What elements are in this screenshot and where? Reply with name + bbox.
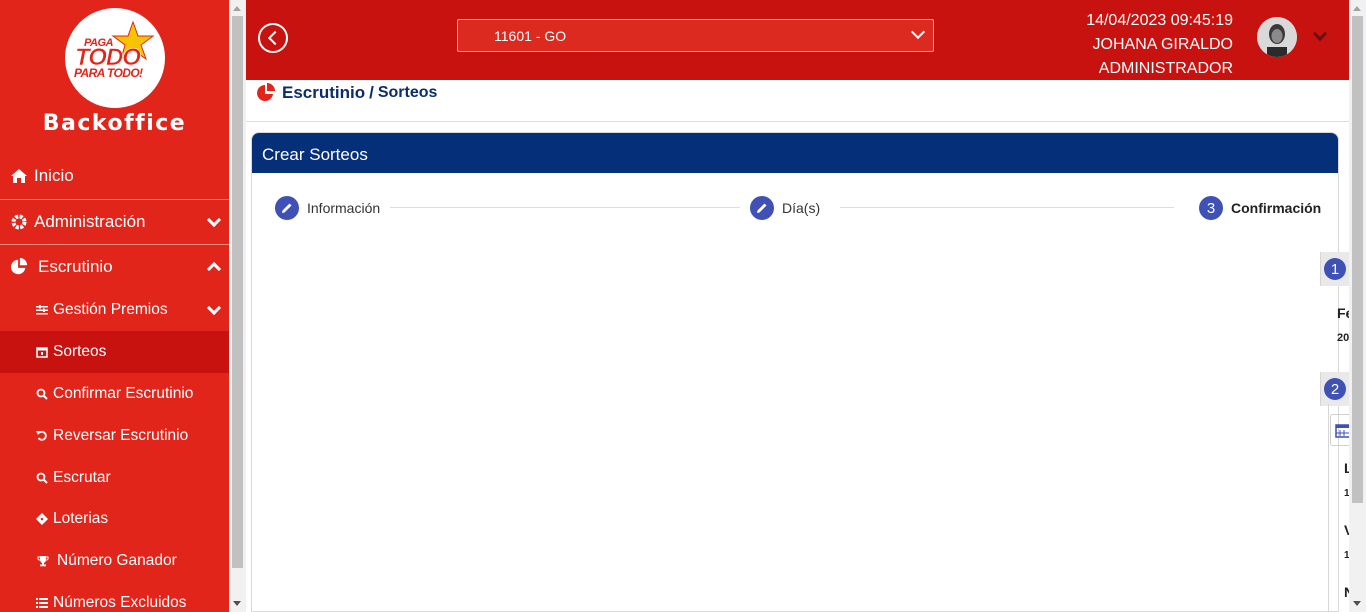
breadcrumb-divider xyxy=(246,121,1349,122)
step-label: Día(s) xyxy=(782,200,821,216)
list-icon xyxy=(36,594,48,612)
sidebar-item-numeros-excluidos[interactable]: Números Excluidos xyxy=(0,582,229,612)
sidebar-item-reversar-escrutinio[interactable]: Reversar Escrutinio xyxy=(0,415,229,457)
sidebar-item-numero-ganador[interactable]: Número Ganador xyxy=(0,540,229,582)
summary-text: Fe xyxy=(1337,305,1349,321)
summary-panel: 1 Fe 20 2 L 1 V 1 N xyxy=(1320,252,1349,612)
summary-badge: 1 xyxy=(1324,258,1346,280)
user-photo-icon xyxy=(1257,17,1297,57)
step-confirmacion[interactable]: 3 Confirmación xyxy=(1199,196,1321,220)
sidebar-item-label: Reversar Escrutinio xyxy=(53,427,189,444)
current-datetime: 14/04/2023 09:45:19 xyxy=(1086,12,1233,29)
branch-select[interactable]: 11601 - GO xyxy=(457,19,934,52)
branch-select-value: 11601 - GO xyxy=(494,28,567,44)
sidebar: PAGA TODO PARA TODO! Backoffice Inicio A… xyxy=(0,0,229,612)
logo-text-para-todo: PARA TODO! xyxy=(74,66,143,80)
undo-icon xyxy=(36,427,48,445)
sidebar-item-escrutar[interactable]: Escrutar xyxy=(0,457,229,499)
sidebar-scrollbar-thumb[interactable] xyxy=(232,16,243,568)
brand-logo[interactable]: PAGA TODO PARA TODO! xyxy=(65,8,165,108)
user-menu-chevron-icon[interactable] xyxy=(1312,26,1328,42)
chevron-up-icon xyxy=(206,261,222,276)
pencil-icon xyxy=(750,196,774,220)
breadcrumb-page: Sorteos xyxy=(377,84,438,101)
sidebar-item-label: Loterias xyxy=(53,510,109,527)
breadcrumb: Escrutinio / Sorteos xyxy=(256,83,437,103)
scroll-up-arrow-icon[interactable] xyxy=(1353,6,1361,11)
brand-name: Backoffice xyxy=(42,111,187,136)
back-button[interactable] xyxy=(258,23,288,53)
breadcrumb-section[interactable]: Escrutinio xyxy=(282,83,365,103)
sidebar-scrollbar[interactable] xyxy=(229,0,246,612)
chevron-down-icon xyxy=(206,300,222,316)
sidebar-item-sorteos[interactable]: Sorteos xyxy=(0,331,229,373)
sidebar-item-label: Confirmar Escrutinio xyxy=(53,385,194,402)
scroll-down-arrow-icon[interactable] xyxy=(1353,601,1361,606)
calendar-icon xyxy=(1335,424,1349,438)
sidebar-item-loterias[interactable]: Loterias xyxy=(0,498,229,540)
top-header: 11601 - GO 14/04/2023 09:45:19 JOHANA GI… xyxy=(246,0,1349,80)
avatar[interactable] xyxy=(1257,17,1297,57)
calendar-icon xyxy=(36,343,48,361)
calendar-button[interactable] xyxy=(1330,414,1349,446)
sidebar-item-label: Números Excluidos xyxy=(53,594,187,611)
breadcrumb-separator: / xyxy=(369,83,374,102)
sidebar-item-label: Gestión Premios xyxy=(53,301,168,318)
step-connector xyxy=(390,207,740,208)
sidebar-item-label: Escrutar xyxy=(53,469,111,486)
chevron-down-icon xyxy=(910,24,926,40)
user-info: 14/04/2023 09:45:19 JOHANA GIRALDO ADMIN… xyxy=(1086,9,1233,81)
scroll-down-arrow-icon[interactable] xyxy=(233,601,241,606)
sidebar-item-escrutinio[interactable]: Escrutinio xyxy=(0,244,229,288)
sidebar-item-label: Inicio xyxy=(34,166,74,185)
step-label: Confirmación xyxy=(1231,200,1322,216)
summary-badge: 2 xyxy=(1324,378,1346,400)
sidebar-item-administracion[interactable]: Administración xyxy=(0,199,229,243)
sidebar-item-label: Sorteos xyxy=(53,343,107,360)
sidebar-item-confirmar-escrutinio[interactable]: Confirmar Escrutinio xyxy=(0,373,229,415)
sidebar-item-inicio[interactable]: Inicio xyxy=(0,154,229,198)
page-scrollbar-thumb[interactable] xyxy=(1352,16,1363,503)
pencil-icon xyxy=(275,196,299,220)
sliders-icon xyxy=(36,301,48,319)
summary-text: 20 xyxy=(1337,332,1349,344)
sidebar-item-gestion-premios[interactable]: Gestión Premios xyxy=(0,289,229,331)
card-title: Crear Sorteos xyxy=(252,133,1338,173)
pie-chart-icon xyxy=(10,257,28,276)
user-role: ADMINISTRADOR xyxy=(1098,60,1233,77)
user-name: JOHANA GIRALDO xyxy=(1092,36,1233,53)
gear-icon xyxy=(10,213,28,231)
summary-divider xyxy=(1328,404,1329,612)
step-informacion[interactable]: Información xyxy=(275,196,380,220)
magnify-icon xyxy=(36,469,48,487)
step-label: Información xyxy=(307,200,381,216)
sidebar-item-label: Escrutinio xyxy=(38,256,113,276)
magnify-check-icon xyxy=(36,385,48,403)
home-icon xyxy=(10,167,28,185)
sidebar-item-label: Administración xyxy=(34,211,146,231)
ticket-icon xyxy=(36,510,48,528)
trophy-icon xyxy=(36,552,50,570)
page-scrollbar[interactable] xyxy=(1349,0,1366,612)
step-dias[interactable]: Día(s) xyxy=(750,196,820,220)
sidebar-item-label: Número Ganador xyxy=(57,552,177,569)
scroll-up-arrow-icon[interactable] xyxy=(233,6,241,11)
pie-chart-icon xyxy=(257,83,275,101)
step-connector xyxy=(840,207,1174,208)
chevron-down-icon xyxy=(206,212,222,227)
step-number: 3 xyxy=(1199,196,1223,220)
